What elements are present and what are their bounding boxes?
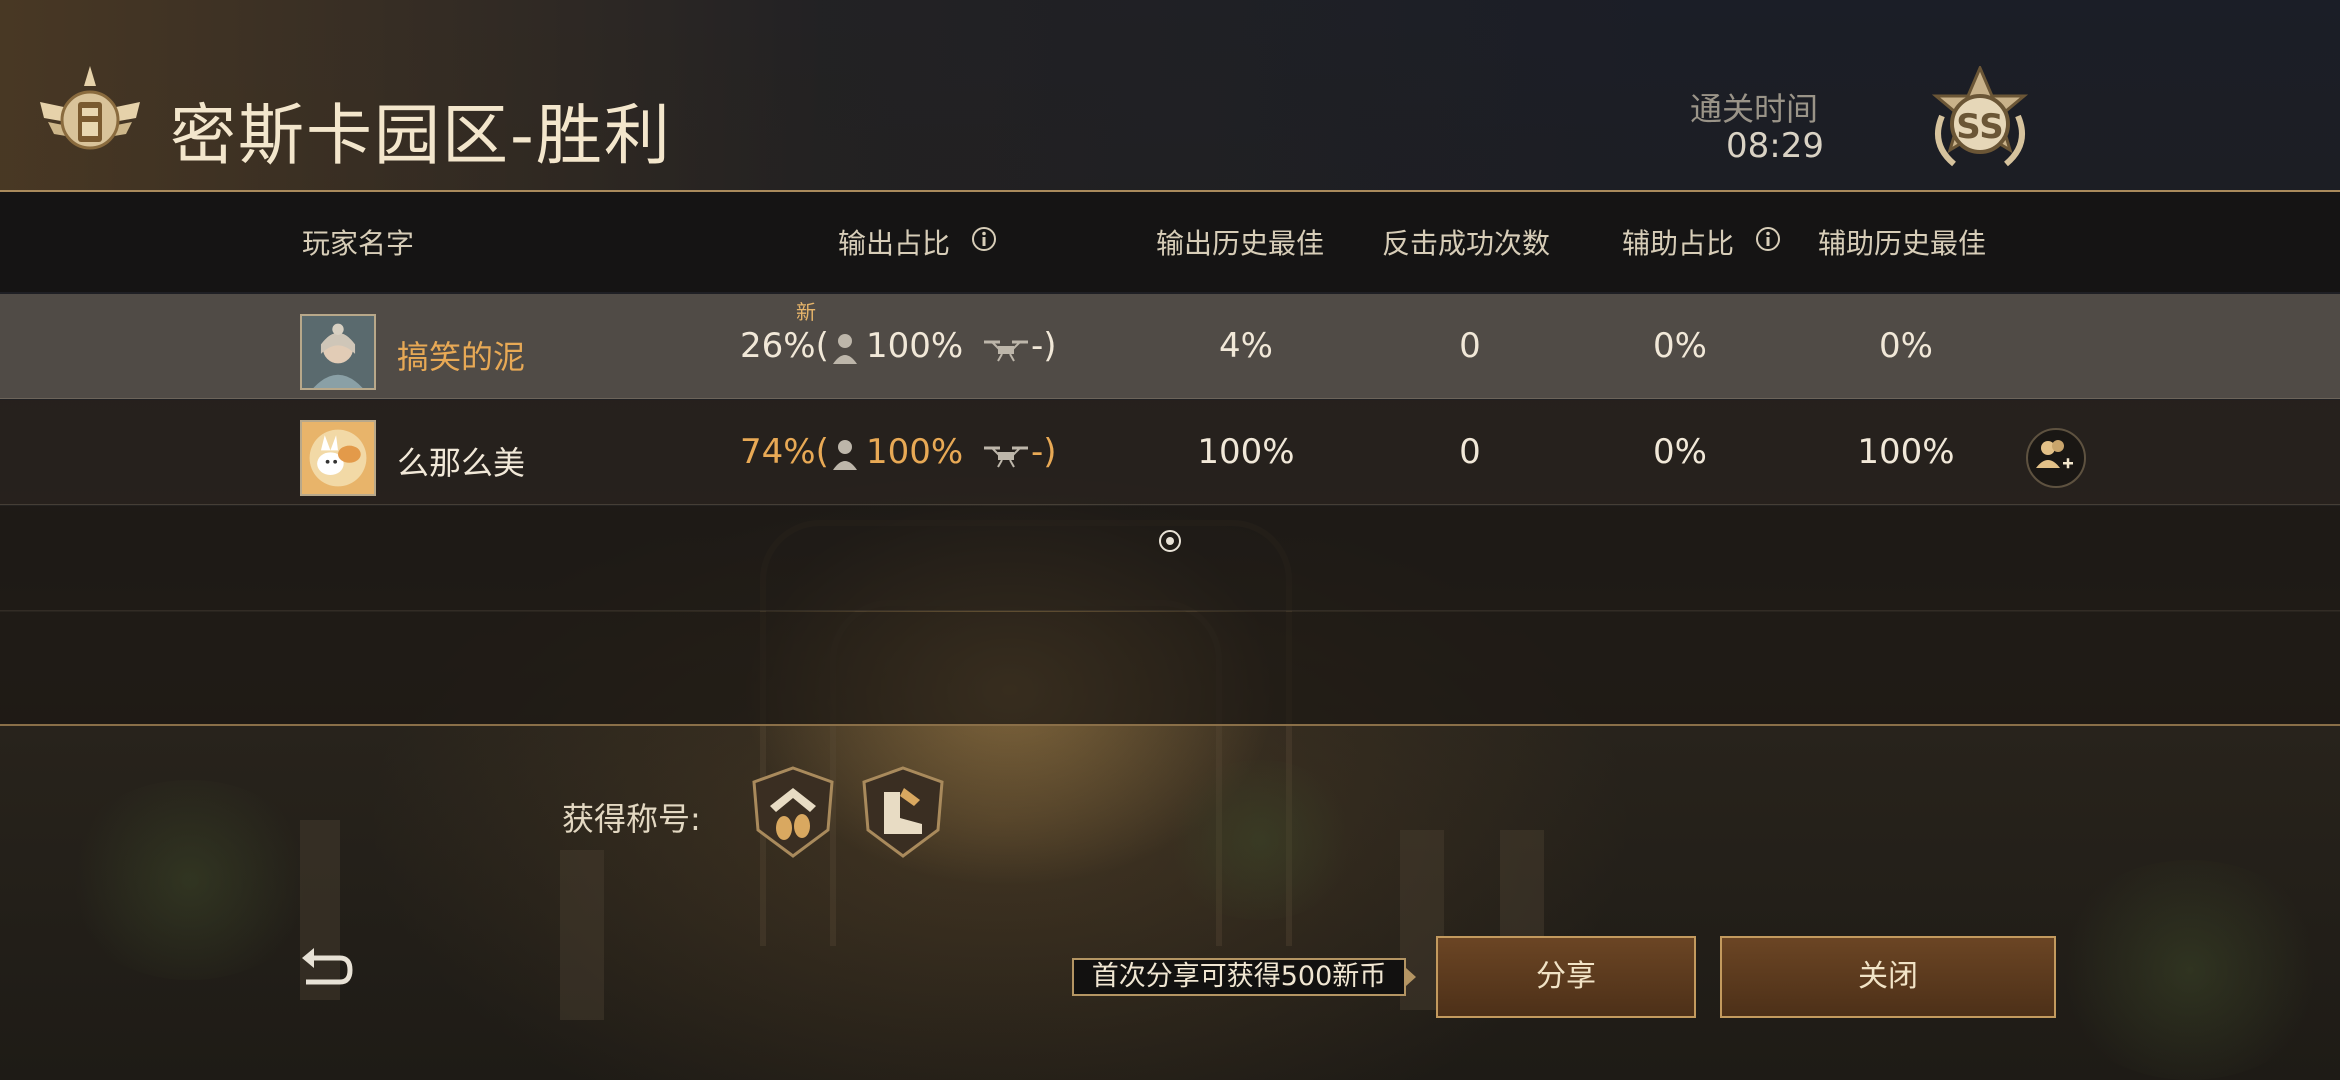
winged-badge-icon [40, 66, 140, 150]
clear-time-label: 通关时间 [1690, 90, 1819, 128]
damage-share-info-icon[interactable] [971, 226, 997, 252]
rank-badge: SS [1931, 66, 2029, 167]
clear-time-value: 08:29 [1726, 126, 1824, 166]
person-icon [833, 334, 857, 364]
page-title: 密斯卡园区-胜利 [170, 97, 672, 174]
damage-best-value: 100% [1197, 432, 1295, 472]
drone-icon [984, 340, 1028, 362]
drone-share-value: -) [1031, 432, 1057, 472]
footprint-badge-icon[interactable] [750, 766, 836, 858]
page-indicator [1159, 530, 1181, 552]
col-damage-best: 输出历史最佳 [1156, 227, 1325, 260]
back-arrow-icon[interactable] [300, 946, 354, 990]
counter-success-value: 0 [1459, 326, 1481, 366]
damage-share-value: 26%( [740, 326, 829, 366]
assist-best-value: 0% [1879, 326, 1933, 366]
rank-text: SS [1956, 107, 2003, 147]
share-button[interactable]: 分享 [1436, 936, 1696, 1018]
add-friend-button[interactable] [2026, 428, 2086, 488]
col-assist-best: 辅助历史最佳 [1818, 227, 1987, 260]
new-record-tag: 新 [796, 300, 816, 324]
table-row-empty [0, 506, 2340, 611]
drone-share-value: -) [1031, 326, 1057, 366]
tip-arrow [1406, 968, 1416, 986]
add-friend-icon [2036, 440, 2073, 469]
player-avatar[interactable] [300, 314, 376, 390]
damage-best-value: 4% [1219, 326, 1273, 366]
col-counter-success: 反击成功次数 [1382, 227, 1551, 260]
player-name: 么那么美 [397, 444, 526, 482]
drone-icon [984, 446, 1028, 468]
person-share-value: 100% [866, 432, 964, 472]
earned-titles-label: 获得称号: [562, 800, 701, 838]
col-assist-share: 辅助占比 [1622, 227, 1735, 260]
player-name: 搞笑的泥 [397, 338, 526, 376]
player-avatar[interactable] [300, 420, 376, 496]
col-damage-share: 输出占比 [838, 227, 951, 260]
person-icon [833, 440, 857, 470]
result-header: 密斯卡园区-胜利 通关时间 08:29 SS [0, 0, 2340, 192]
assist-share-info-icon[interactable] [1755, 226, 1781, 252]
assist-share-value: 0% [1653, 432, 1707, 472]
damage-share-value: 74%( [740, 432, 829, 472]
assist-share-value: 0% [1653, 326, 1707, 366]
close-button[interactable]: 关闭 [1720, 936, 2056, 1018]
counter-success-value: 0 [1459, 432, 1481, 472]
boot-badge-icon[interactable] [860, 766, 946, 858]
share-reward-tip: 首次分享可获得500新币 [1072, 958, 1406, 996]
person-share-value: 100% [866, 326, 964, 366]
table-row-empty [0, 612, 2340, 726]
assist-best-value: 100% [1857, 432, 1955, 472]
col-player-name: 玩家名字 [302, 227, 415, 260]
